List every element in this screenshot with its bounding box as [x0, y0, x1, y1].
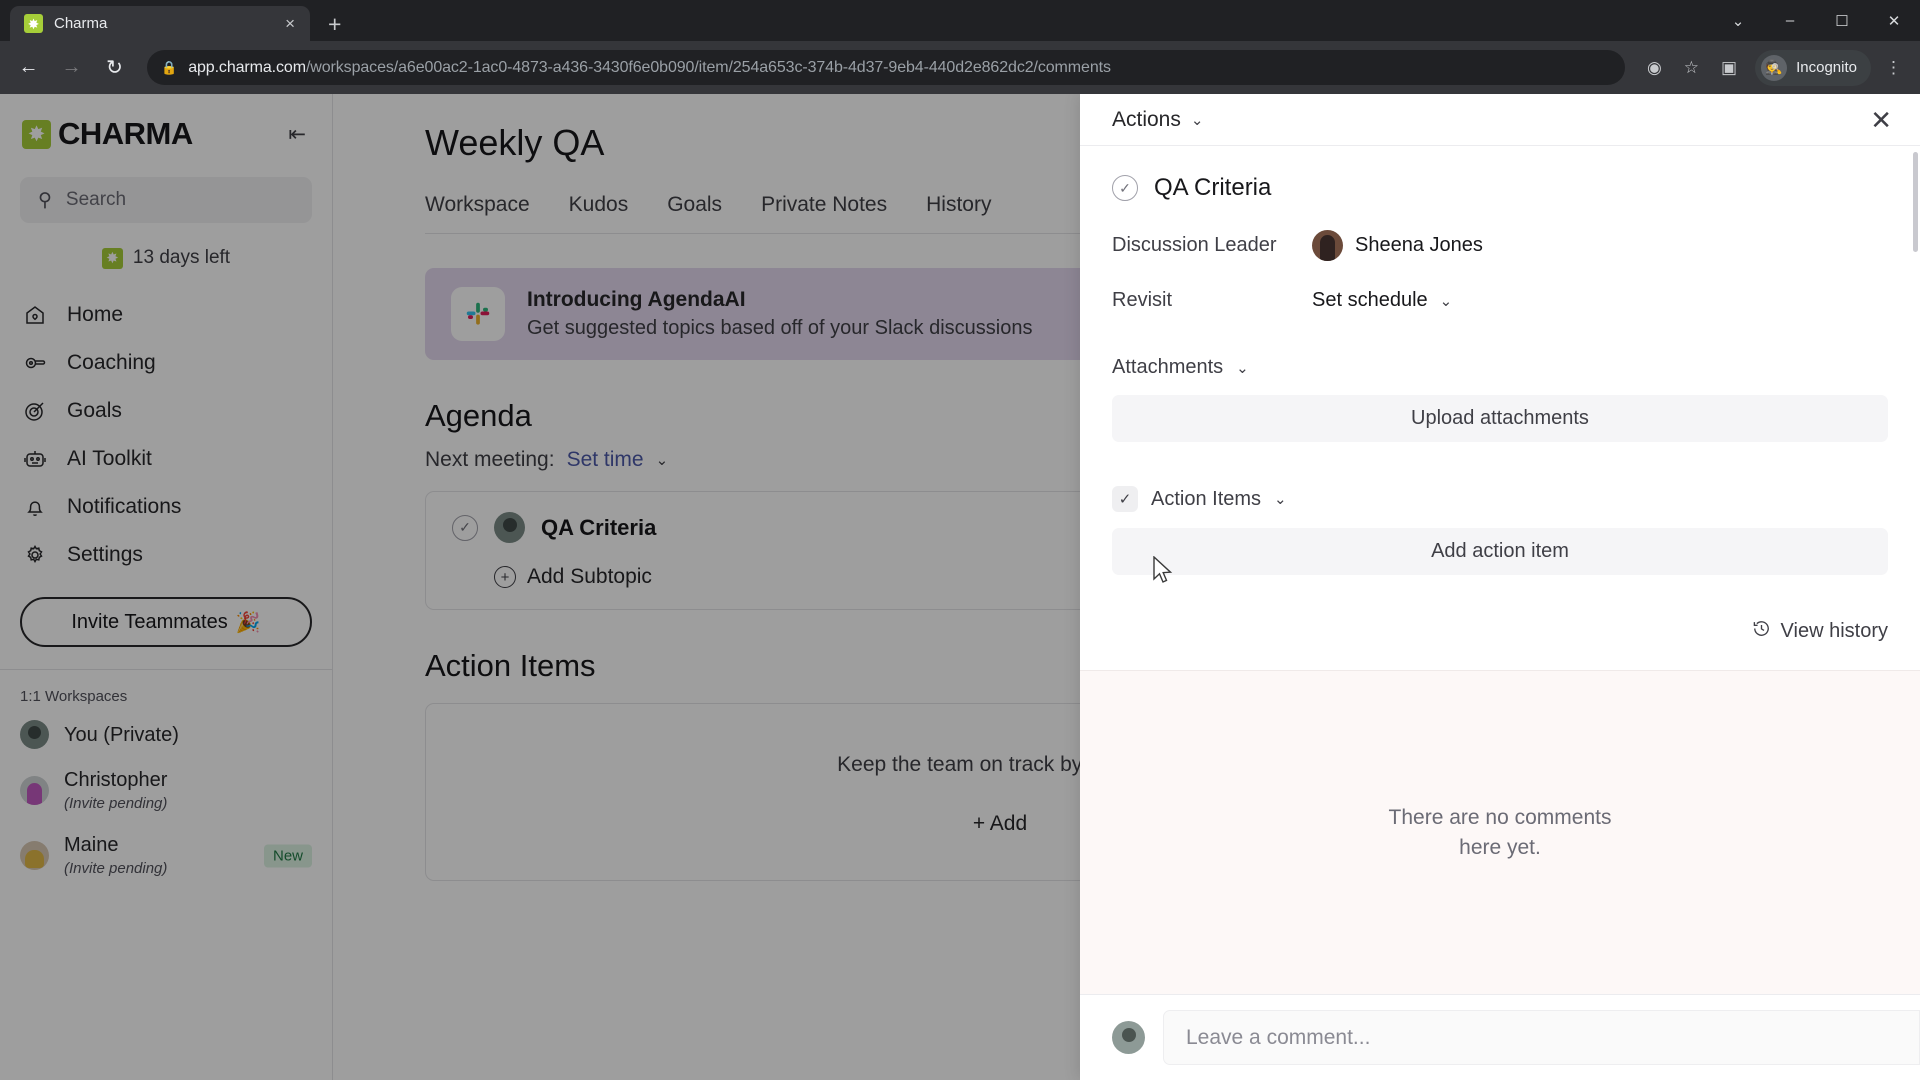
browser-tabstrip: ✸ Charma × + ⌄ – ☐ ✕	[0, 0, 1920, 41]
revisit-label: Revisit	[1112, 289, 1173, 311]
view-history-button[interactable]: View history	[1112, 619, 1888, 670]
chevron-down-icon: ⌄	[1236, 359, 1249, 377]
no-comments-line2: here yet.	[1459, 835, 1541, 859]
discussion-leader-row: Discussion Leader Sheena Jones	[1112, 230, 1888, 261]
side-panel-icon[interactable]: ▣	[1713, 58, 1745, 78]
incognito-avatar-icon: 🕵	[1761, 54, 1788, 81]
set-schedule-label: Set schedule	[1312, 289, 1428, 311]
forward-icon[interactable]: →	[53, 49, 90, 86]
window-controls: ⌄ – ☐ ✕	[1712, 0, 1920, 41]
tab-title: Charma	[54, 15, 108, 32]
avatar	[1312, 230, 1343, 261]
history-icon	[1752, 619, 1771, 644]
panel-item-title: QA Criteria	[1154, 174, 1272, 201]
chevron-down-icon: ⌄	[1439, 292, 1453, 310]
check-circle-icon[interactable]: ✓	[1112, 175, 1138, 201]
minimize-button[interactable]: –	[1764, 0, 1816, 41]
panel-details-section: ✓ QA Criteria Discussion Leader Sheena J…	[1080, 146, 1920, 670]
charma-favicon-icon: ✸	[24, 14, 43, 33]
actions-label: Actions	[1112, 107, 1181, 131]
actions-dropdown-button[interactable]: Actions ⌄	[1112, 108, 1203, 132]
browser-tab[interactable]: ✸ Charma ×	[10, 6, 310, 41]
add-action-item-button[interactable]: Add action item	[1112, 528, 1888, 575]
tracking-protection-icon[interactable]: ◉	[1639, 58, 1670, 78]
chevron-down-icon: ⌄	[1274, 491, 1287, 508]
reload-icon[interactable]: ↻	[96, 49, 133, 86]
page-content: ✸ CHARMA ⇤ ⚲ Search ✸ 13 days left Home	[0, 94, 1920, 1080]
browser-window: ✸ Charma × + ⌄ – ☐ ✕ ← → ↻ 🔒 app.charma.…	[0, 0, 1920, 1080]
url-text: app.charma.com/workspaces/a6e00ac2-1ac0-…	[188, 59, 1111, 77]
browser-menu-icon[interactable]: ⋮	[1877, 58, 1910, 78]
checkbox-icon: ✓	[1112, 486, 1138, 512]
set-schedule-dropdown[interactable]: Set schedule ⌄	[1312, 289, 1452, 312]
close-icon[interactable]: ✕	[1866, 103, 1896, 137]
avatar	[1112, 1021, 1145, 1054]
attachments-section-header[interactable]: Attachments ⌄	[1112, 356, 1888, 379]
back-icon[interactable]: ←	[10, 49, 47, 86]
comments-area: There are no comments here yet.	[1080, 670, 1920, 994]
panel-body: ✓ QA Criteria Discussion Leader Sheena J…	[1080, 146, 1920, 994]
no-comments-message: There are no comments here yet.	[1389, 803, 1612, 862]
bookmark-star-icon[interactable]: ☆	[1676, 58, 1707, 78]
incognito-label: Incognito	[1796, 59, 1857, 76]
upload-attachments-button[interactable]: Upload attachments	[1112, 395, 1888, 442]
item-detail-panel: Actions ⌄ ✕ ✓ QA Criteria Discussion Lea…	[1080, 94, 1920, 1080]
incognito-profile-button[interactable]: 🕵 Incognito	[1755, 49, 1871, 86]
comment-placeholder: Leave a comment...	[1186, 1025, 1371, 1049]
lock-icon: 🔒	[161, 59, 178, 75]
panel-header: Actions ⌄ ✕	[1080, 94, 1920, 146]
revisit-row: Revisit Set schedule ⌄	[1112, 289, 1888, 312]
maximize-button[interactable]: ☐	[1816, 0, 1868, 41]
view-history-label: View history	[1780, 620, 1888, 642]
action-items-label: Action Items	[1151, 487, 1262, 510]
panel-scrollbar[interactable]	[1913, 152, 1918, 252]
discussion-leader-name: Sheena Jones	[1355, 234, 1483, 256]
address-bar[interactable]: 🔒 app.charma.com/workspaces/a6e00ac2-1ac…	[147, 50, 1625, 85]
browser-toolbar: ← → ↻ 🔒 app.charma.com/workspaces/a6e00a…	[0, 41, 1920, 94]
discussion-leader-label: Discussion Leader	[1112, 234, 1277, 256]
chevron-down-icon: ⌄	[1190, 111, 1204, 129]
no-comments-line1: There are no comments	[1388, 806, 1612, 830]
panel-item-title-row: ✓ QA Criteria	[1112, 174, 1888, 202]
tab-close-icon[interactable]: ×	[280, 13, 300, 34]
new-tab-button[interactable]: +	[328, 13, 341, 36]
comment-input[interactable]: Leave a comment...	[1163, 1010, 1920, 1065]
chevron-down-icon[interactable]: ⌄	[1712, 0, 1764, 41]
url-host: app.charma.com	[188, 58, 306, 76]
window-close-button[interactable]: ✕	[1868, 0, 1920, 41]
url-path: /workspaces/a6e00ac2-1ac0-4873-a436-3430…	[305, 58, 1111, 76]
discussion-leader-value[interactable]: Sheena Jones	[1312, 230, 1483, 261]
action-items-section-header[interactable]: ✓ Action Items ⌄	[1112, 486, 1888, 512]
comment-composer: Leave a comment...	[1080, 994, 1920, 1080]
attachments-label: Attachments	[1112, 356, 1224, 378]
